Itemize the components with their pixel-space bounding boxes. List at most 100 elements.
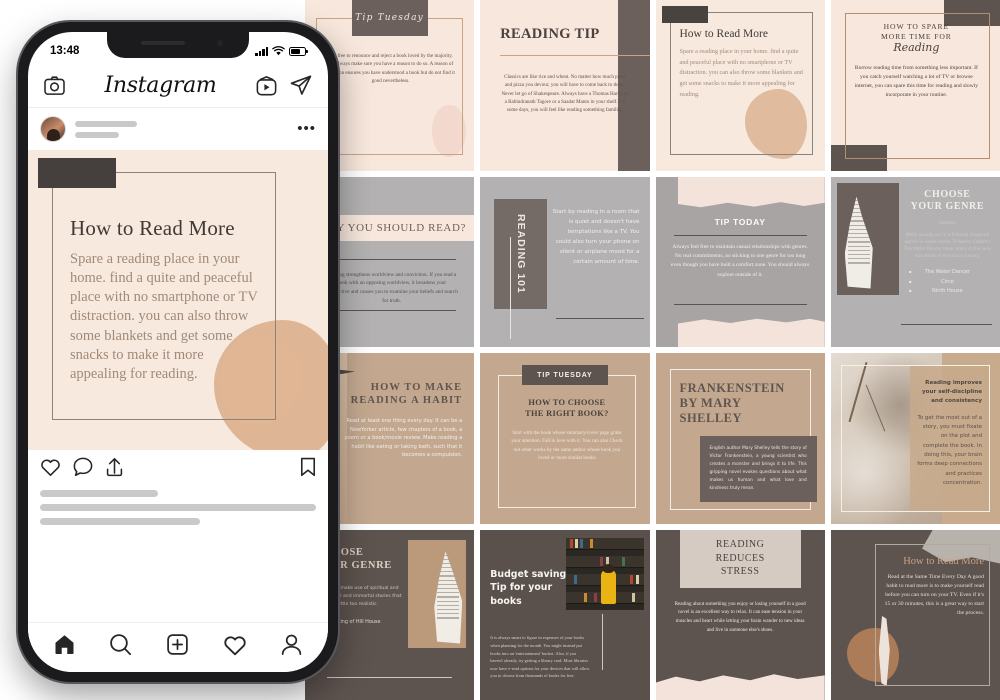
instagram-tabbar	[28, 622, 328, 672]
phone-mockup: 13:48 Instagram ••• How to Read More Spa…	[18, 22, 338, 682]
list-item: Circe	[903, 278, 992, 288]
wifi-icon	[272, 46, 285, 56]
share-icon[interactable]	[105, 457, 124, 477]
tape-strip	[38, 158, 116, 188]
card-heading-line3: STRESS	[720, 566, 760, 578]
profile-icon[interactable]	[280, 633, 303, 656]
activity-heart-icon[interactable]	[223, 634, 247, 656]
card-body: Read at least one thing every day. It ca…	[344, 418, 463, 459]
card-reading-tip[interactable]: READING TIP Classics are like rice and w…	[480, 0, 650, 171]
heading-box: READING REDUCES STRESS	[679, 529, 801, 588]
status-clock: 13:48	[50, 45, 80, 57]
instagram-header: Instagram	[28, 64, 328, 108]
post-caption-placeholder	[28, 484, 328, 525]
vertical-line	[602, 613, 604, 670]
username-placeholder	[75, 120, 288, 138]
card-heading-line1: FRANKENSTEIN	[679, 381, 785, 395]
card-rule	[500, 55, 650, 56]
add-post-icon[interactable]	[166, 633, 189, 656]
card-rule-bottom	[323, 310, 457, 311]
card-subheading: Fantasy	[939, 219, 956, 225]
card-tip-today[interactable]: TIP TODAY Always feel free to maintain c…	[655, 176, 825, 347]
bookstore-photo	[565, 537, 644, 610]
card-body: Borrow reading time from something less …	[854, 64, 979, 99]
card-reading-improves-discipline[interactable]: Reading improves your self-discipline an…	[830, 353, 1000, 524]
list-item: The Water Dancer	[903, 268, 992, 278]
card-rule	[556, 318, 644, 319]
torn-paper-bottom	[677, 318, 825, 347]
card-heading-line1: CHOOSE	[924, 188, 971, 200]
comment-icon[interactable]	[73, 457, 93, 477]
card-rule-top	[673, 234, 807, 236]
igtv-icon[interactable]	[256, 75, 277, 96]
search-icon[interactable]	[109, 633, 132, 656]
card-heading-line2: REDUCES	[715, 552, 765, 564]
card-body: To get the most out of a story, you must…	[917, 414, 982, 486]
card-rule-bottom	[673, 304, 807, 305]
card-how-to-spare-time[interactable]: HOW TO SPARE MORE TIME FOR Reading Borro…	[830, 0, 1000, 171]
battery-icon	[289, 46, 308, 56]
post-body: Spare a reading place in your home. find…	[70, 251, 258, 382]
card-reading-reduces-stress[interactable]: READING REDUCES STRESS Reading about som…	[655, 529, 825, 700]
tape-strip	[661, 6, 708, 23]
post-image[interactable]: How to Read More Spare a reading place i…	[28, 150, 328, 450]
card-body: Always feel free to maintain casual rela…	[670, 243, 810, 278]
card-body: Read at the Same Time Every Day A good h…	[884, 573, 984, 617]
card-frankenstein[interactable]: FRANKENSTEIN BY MARY SHELLEY English aut…	[655, 353, 825, 524]
paper-plane-icon[interactable]	[290, 75, 312, 96]
card-body: English author Mary Shelley tells the st…	[709, 445, 807, 491]
card-heading: Reading improves your self-discipline an…	[922, 380, 982, 404]
card-heading-line1: HOW TO SPARE	[883, 22, 950, 31]
more-options-icon[interactable]: •••	[297, 121, 316, 136]
card-choose-your-genre[interactable]: CHOOSE YOUR GENRE Fantasy While usually …	[830, 176, 1000, 347]
card-heading-line2: YOUR GENRE	[910, 201, 985, 212]
card-budget-saving[interactable]: Budget saving Tip for your books It is a…	[480, 529, 650, 700]
card-rule	[900, 324, 992, 325]
card-rule	[327, 677, 453, 678]
card-body: Start with the book whose summary/cover …	[511, 429, 623, 462]
post-actions	[28, 450, 328, 484]
camera-icon[interactable]	[44, 76, 65, 95]
card-heading: How to Read More	[679, 28, 768, 40]
home-icon[interactable]	[53, 633, 76, 656]
card-body: Start by reading in a room that is quiet…	[552, 208, 640, 265]
card-reading-101[interactable]: READING 101 Start by reading in a room t…	[480, 176, 650, 347]
card-heading-script: Reading	[893, 40, 940, 54]
card-heading-line2: YOUR GENRE	[315, 560, 392, 572]
genre-book-list: The Water Dancer Circe Ninth House	[903, 268, 992, 297]
card-choose-right-book[interactable]: TIP TUESDAY HOW TO CHOOSE THE RIGHT BOOK…	[480, 353, 650, 524]
list-item: Ninth House	[903, 287, 992, 297]
avatar[interactable]	[40, 116, 66, 142]
card-heading-line2: BY MARY	[679, 395, 742, 410]
card-body: While usually set in a fictional imagine…	[903, 231, 991, 259]
card-heading: How to Read More	[903, 555, 984, 567]
card-rule-top	[323, 258, 457, 260]
card-heading: READING TIP	[500, 26, 600, 42]
card-heading-line1: HOW TO CHOOSE	[528, 398, 606, 407]
card-read-same-time[interactable]: How to Read More Read at the Same Time E…	[830, 529, 1000, 700]
card-body: Spare a reading place in your home. find…	[679, 48, 803, 98]
card-tag: TIP TUESDAY	[521, 365, 608, 385]
card-body: It is always smart to figure in expenses…	[490, 635, 590, 679]
phone-screen: 13:48 Instagram ••• How to Read More Spa…	[28, 32, 328, 672]
status-bar: 13:48	[28, 32, 328, 64]
card-body: Reading about something you enjoy or los…	[674, 600, 806, 633]
bookmark-icon[interactable]	[300, 457, 316, 477]
torn-paper-bottom	[655, 674, 825, 700]
torn-paper-top	[677, 176, 825, 208]
card-note-panel: English author Mary Shelley tells the st…	[699, 435, 817, 502]
card-tag: Tip Tuesday	[351, 0, 428, 36]
post-header: •••	[28, 108, 328, 150]
card-heading-line1: READING	[715, 539, 765, 551]
screenshot-root: Tip Tuesday feel free to renounce and re…	[0, 0, 1000, 700]
card-heading-line3: SHELLEY	[679, 410, 743, 425]
person-figure	[601, 563, 617, 604]
card-how-to-read-more[interactable]: How to Read More Spare a reading place i…	[655, 0, 825, 171]
post-heading: How to Read More	[70, 216, 235, 240]
card-body: Classics are like rice and wheat. No mat…	[501, 74, 629, 113]
template-grid: Tip Tuesday feel free to renounce and re…	[305, 0, 1000, 700]
heart-icon[interactable]	[40, 457, 61, 477]
card-body: feel free to renounce and reject a book …	[326, 53, 455, 84]
card-vertical-label: READING 101	[514, 213, 527, 294]
card-frame	[316, 18, 464, 155]
